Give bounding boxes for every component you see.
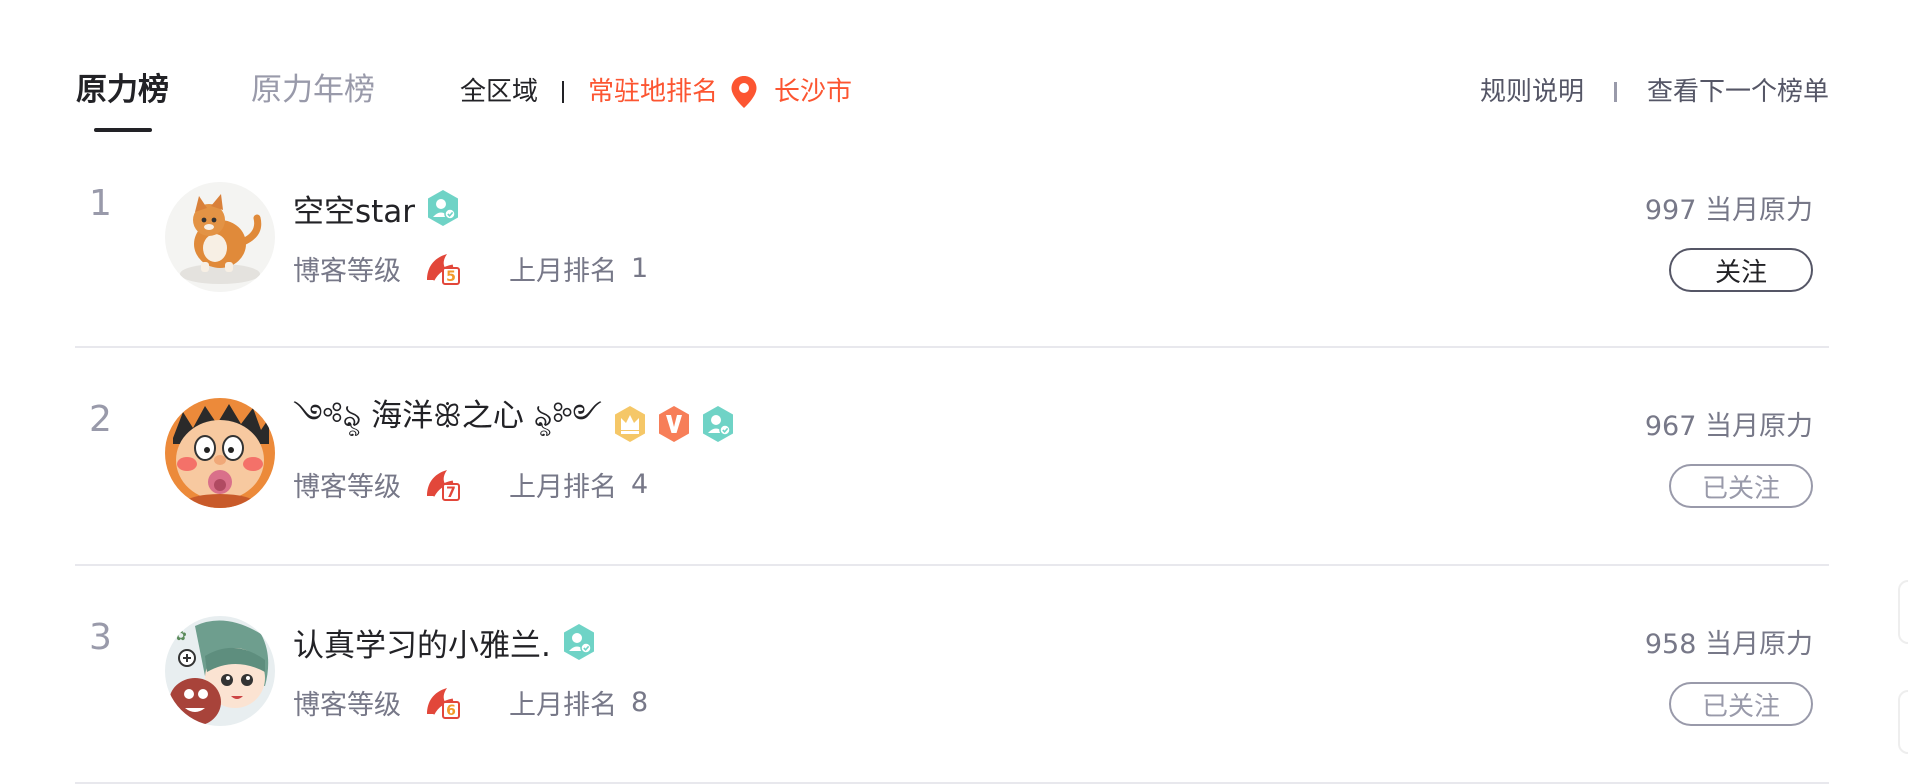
crown-icon <box>615 406 646 442</box>
avatar[interactable]: ✿ <box>165 616 275 726</box>
tab-force-annual-ranking[interactable]: 原力年榜 <box>251 70 375 110</box>
avatar[interactable] <box>165 182 275 292</box>
force-ranking-panel: 原力榜 原力年榜 全区域 常驻地排名 长沙市 规则说明 查看下一个榜单 1 空空… <box>75 0 1829 784</box>
user-verified-icon <box>703 406 734 442</box>
blog-level-7-icon: 7 <box>427 470 460 501</box>
svg-text:7: 7 <box>446 485 456 501</box>
blog-level-5-icon: 5 <box>427 254 460 285</box>
svg-text:✿: ✿ <box>175 628 187 644</box>
region-divider <box>562 81 565 103</box>
followed-button[interactable]: 已关注 <box>1669 682 1813 726</box>
blog-level-6-icon: 6 <box>427 688 460 719</box>
header-links: 规则说明 查看下一个榜单 <box>1480 74 1829 110</box>
region-filter: 全区域 常驻地排名 长沙市 <box>460 74 852 110</box>
tab-force-ranking[interactable]: 原力榜 <box>76 70 169 110</box>
region-all-link[interactable]: 全区域 <box>460 74 538 110</box>
ranking-row: 2 ༺ৡ 海洋ꕥ之心 ৡ༻ 博客等级 7 上月排名 4 967 当月原力 已关注 <box>75 348 1829 566</box>
monthly-force-score: 997 当月原力 <box>1644 195 1813 226</box>
side-scroll-handle[interactable] <box>1898 580 1908 644</box>
next-board-link[interactable]: 查看下一个榜单 <box>1647 74 1829 110</box>
user-name-line: 空空star <box>293 184 469 232</box>
last-month-rank-value: 1 <box>631 252 649 284</box>
last-month-rank-value: 8 <box>631 686 649 718</box>
user-meta: 博客等级 5 上月排名 1 <box>293 248 648 288</box>
rank-number: 3 <box>89 617 112 658</box>
resident-ranking-link[interactable]: 常驻地排名 <box>588 74 718 110</box>
rules-link[interactable]: 规则说明 <box>1480 74 1584 110</box>
blog-level-label: 博客等级 <box>293 689 401 721</box>
city-selector[interactable]: 长沙市 <box>774 74 852 110</box>
user-name[interactable]: 空空star <box>293 186 415 231</box>
user-verified-icon <box>563 624 594 660</box>
last-month-rank-label: 上月排名 <box>509 471 617 503</box>
side-scroll-handle[interactable] <box>1898 690 1908 754</box>
svg-text:5: 5 <box>446 269 456 285</box>
user-meta: 博客等级 6 上月排名 8 <box>293 682 648 722</box>
user-name[interactable]: 认真学习的小雅兰. <box>293 620 551 665</box>
ranking-header: 原力榜 原力年榜 全区域 常驻地排名 长沙市 规则说明 查看下一个榜单 <box>75 0 1829 132</box>
location-pin-icon <box>731 76 757 108</box>
last-month-rank-label: 上月排名 <box>509 255 617 287</box>
last-month-rank-label: 上月排名 <box>509 689 617 721</box>
rank-number: 1 <box>89 183 112 224</box>
vip-v-icon <box>659 406 690 442</box>
followed-button[interactable]: 已关注 <box>1669 464 1813 508</box>
monthly-force-score: 967 当月原力 <box>1644 411 1813 442</box>
user-verified-icon <box>428 190 459 226</box>
blog-level-label: 博客等级 <box>293 255 401 287</box>
blog-level-label: 博客等级 <box>293 471 401 503</box>
ranking-row: 3 ✿ 认真学习的小雅兰. 博客等级 6 上月排名 8 958 当月原力 已关注 <box>75 566 1829 784</box>
user-meta: 博客等级 7 上月排名 4 <box>293 464 648 504</box>
user-name[interactable]: ༺ৡ 海洋ꕥ之心 ৡ༻ <box>293 381 602 468</box>
follow-button[interactable]: 关注 <box>1669 248 1813 292</box>
ranking-row: 1 空空star 博客等级 5 上月排名 1 997 当月原力 关注 <box>75 132 1829 348</box>
monthly-force-score: 958 当月原力 <box>1644 629 1813 660</box>
svg-text:6: 6 <box>446 703 456 719</box>
links-divider <box>1613 82 1617 102</box>
user-name-line: 认真学习的小雅兰. <box>293 618 605 666</box>
avatar[interactable] <box>165 398 275 508</box>
rank-number: 2 <box>89 399 112 440</box>
last-month-rank-value: 4 <box>631 468 649 500</box>
user-name-line: ༺ৡ 海洋ꕥ之心 ৡ༻ <box>293 398 744 448</box>
